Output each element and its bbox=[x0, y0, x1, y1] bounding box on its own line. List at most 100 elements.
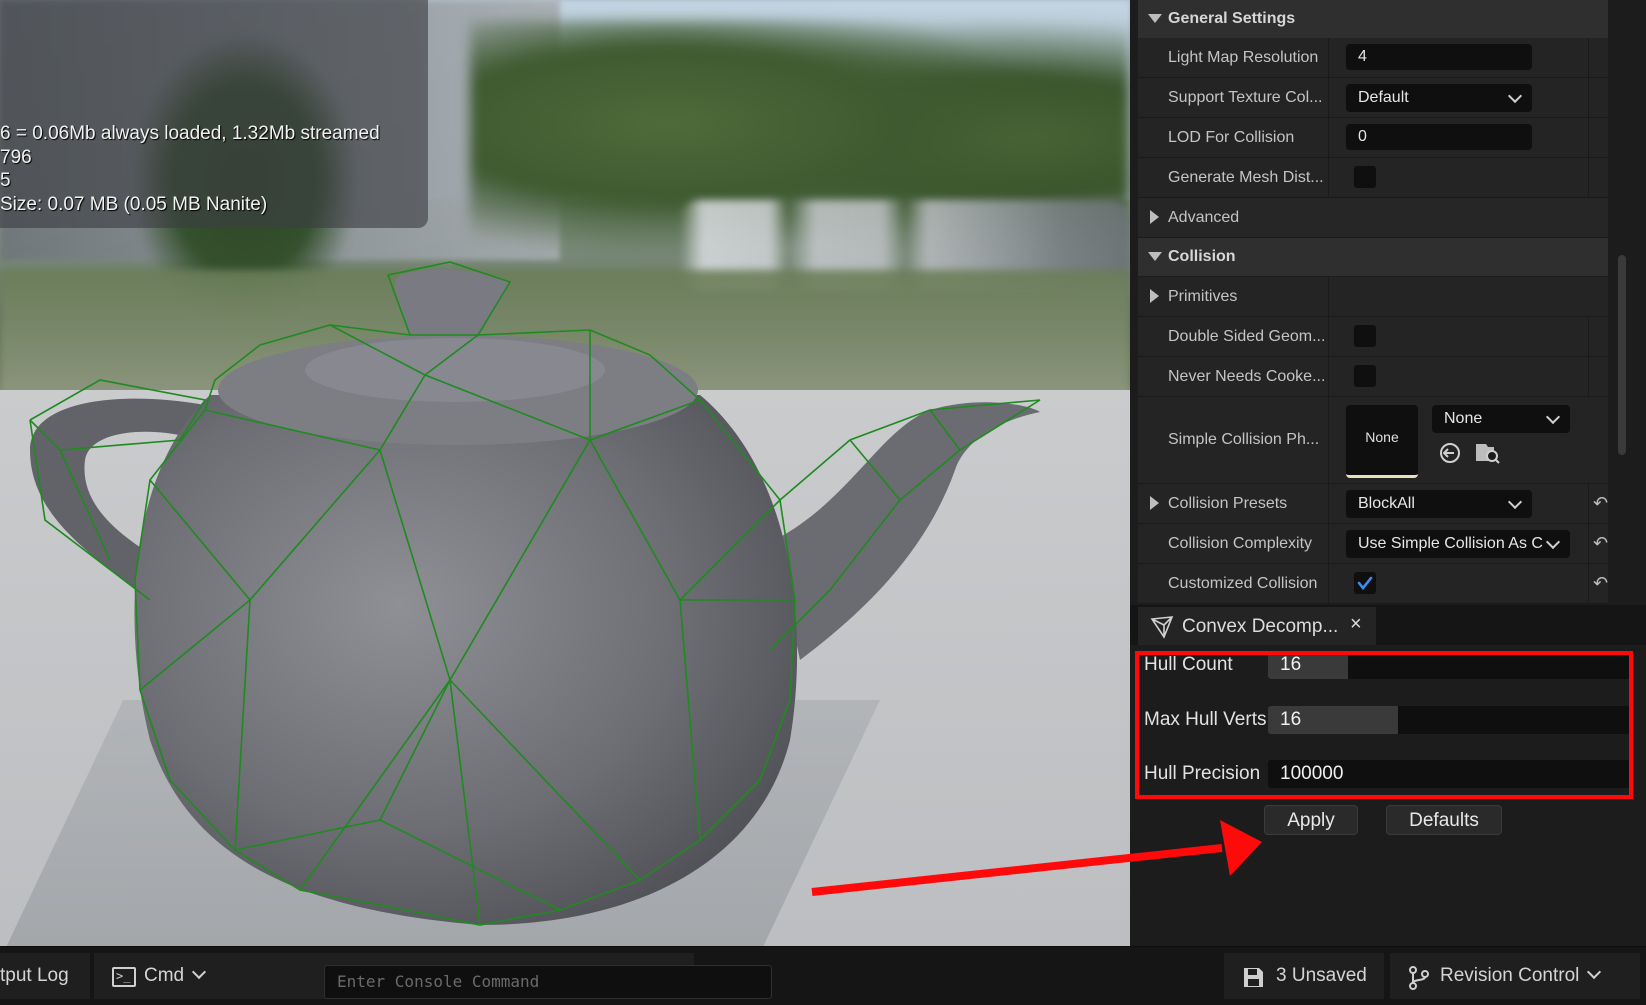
unsaved-label: 3 Unsaved bbox=[1276, 965, 1367, 986]
chevron-right-icon bbox=[1150, 210, 1159, 224]
teapot-lid-top bbox=[305, 338, 605, 402]
property-generate-mesh-dist: Generate Mesh Dist... bbox=[1138, 158, 1608, 198]
property-label: Advanced bbox=[1168, 208, 1240, 226]
chevron-right-icon bbox=[1150, 289, 1159, 303]
teapot-body bbox=[134, 395, 798, 925]
double-sided-checkbox[interactable] bbox=[1354, 325, 1376, 347]
never-needs-cooked-checkbox[interactable] bbox=[1354, 365, 1376, 387]
property-label: LOD For Collision bbox=[1168, 128, 1295, 146]
reset-to-default-icon[interactable]: ↶ bbox=[1593, 494, 1608, 512]
highlight-box bbox=[1135, 651, 1633, 799]
column-divider bbox=[1328, 158, 1329, 197]
chevron-down-icon bbox=[1587, 964, 1602, 980]
property-label: Support Texture Col... bbox=[1168, 88, 1323, 106]
details-panel: General Settings Light Map Resolution 4 … bbox=[1130, 0, 1646, 605]
property-double-sided: Double Sided Geom... bbox=[1138, 317, 1608, 357]
stat-line: 6 = 0.06Mb always loaded, 1.32Mb streame… bbox=[0, 123, 380, 144]
console-command-input[interactable]: Enter Console Command bbox=[324, 965, 772, 999]
column-divider bbox=[1588, 357, 1589, 396]
column-divider bbox=[1328, 397, 1329, 483]
column-divider bbox=[1328, 484, 1329, 523]
stats-overlay: 6 = 0.06Mb always loaded, 1.32Mb streame… bbox=[0, 0, 428, 228]
category-label: General Settings bbox=[1168, 10, 1296, 27]
dropdown-value: Default bbox=[1358, 89, 1409, 106]
column-divider bbox=[1328, 317, 1329, 356]
thumbnail-label: None bbox=[1365, 429, 1399, 445]
browse-asset-icon[interactable] bbox=[1474, 441, 1500, 465]
bottom-status-bar: tput Log >_ Cmd Enter Console Command 3 … bbox=[0, 946, 1646, 1005]
property-label: Collision Complexity bbox=[1168, 534, 1313, 552]
cmd-dropdown[interactable]: Cmd bbox=[144, 964, 207, 987]
revision-control-label: Revision Control bbox=[1440, 964, 1602, 987]
dropdown-value: None bbox=[1444, 410, 1483, 427]
dropdown-value: BlockAll bbox=[1358, 495, 1415, 512]
convex-tab-bar: Convex Decomp... × bbox=[1130, 605, 1646, 645]
column-divider bbox=[1588, 158, 1589, 197]
stat-line: Size: 0.07 MB (0.05 MB Nanite) bbox=[0, 194, 268, 215]
use-selected-asset-icon[interactable] bbox=[1438, 441, 1462, 465]
close-icon[interactable]: × bbox=[1350, 613, 1362, 636]
column-divider bbox=[1588, 524, 1589, 563]
reset-to-default-icon[interactable]: ↶ bbox=[1593, 574, 1608, 592]
property-never-needs-cooked: Never Needs Cooke... bbox=[1138, 357, 1608, 397]
property-collision-presets[interactable]: Collision Presets BlockAll ↶ bbox=[1138, 484, 1608, 524]
checkmark-icon bbox=[1357, 576, 1373, 591]
column-divider bbox=[1588, 317, 1589, 356]
convex-decomposition-icon bbox=[1150, 616, 1174, 639]
property-label: Light Map Resolution bbox=[1168, 48, 1319, 66]
level-viewport[interactable]: 6 = 0.06Mb always loaded, 1.32Mb streame… bbox=[0, 0, 1130, 946]
chevron-down-icon bbox=[1148, 252, 1162, 261]
unsaved-button[interactable]: 3 Unsaved bbox=[1224, 953, 1384, 999]
category-general-settings[interactable]: General Settings bbox=[1138, 0, 1608, 38]
dropdown-value: Use Simple Collision As C bbox=[1358, 535, 1543, 552]
property-label: Generate Mesh Dist... bbox=[1168, 168, 1324, 186]
defaults-button[interactable]: Defaults bbox=[1386, 805, 1502, 835]
teapot-spout bbox=[775, 402, 1040, 660]
category-advanced[interactable]: Advanced bbox=[1138, 198, 1608, 238]
revision-control-button[interactable]: Revision Control bbox=[1390, 953, 1640, 999]
chevron-down-icon bbox=[1545, 409, 1561, 425]
stat-line: 5 bbox=[0, 170, 11, 191]
light-map-resolution-input[interactable]: 4 bbox=[1346, 44, 1532, 70]
tab-convex-decomposition[interactable]: Convex Decomp... × bbox=[1138, 607, 1376, 645]
teapot-knob bbox=[394, 269, 510, 335]
column-divider bbox=[1328, 78, 1329, 117]
generate-mesh-dist-checkbox[interactable] bbox=[1354, 166, 1376, 188]
branch-icon bbox=[1409, 966, 1429, 990]
output-log-tab[interactable]: tput Log bbox=[0, 953, 90, 999]
column-divider bbox=[1588, 78, 1589, 117]
property-primitives[interactable]: Primitives bbox=[1138, 277, 1608, 317]
property-customized-collision: Customized Collision ↶ bbox=[1138, 564, 1608, 604]
column-divider bbox=[1588, 118, 1589, 157]
details-scrollbar[interactable] bbox=[1618, 255, 1626, 455]
chevron-down-icon bbox=[192, 964, 207, 980]
property-label: Double Sided Geom... bbox=[1168, 327, 1326, 345]
console-area: >_ Cmd Enter Console Command bbox=[94, 953, 772, 999]
apply-button[interactable]: Apply bbox=[1264, 805, 1358, 835]
customized-collision-checkbox[interactable] bbox=[1354, 572, 1376, 594]
physical-material-dropdown[interactable]: None bbox=[1432, 405, 1570, 433]
support-texture-dropdown[interactable]: Default bbox=[1346, 84, 1532, 112]
column-divider bbox=[1588, 484, 1589, 523]
collision-complexity-dropdown[interactable]: Use Simple Collision As C bbox=[1346, 530, 1570, 558]
property-label: Never Needs Cooke... bbox=[1168, 367, 1326, 385]
tab-title: Convex Decomp... bbox=[1182, 616, 1339, 637]
collision-presets-dropdown[interactable]: BlockAll bbox=[1346, 490, 1532, 518]
column-divider bbox=[1328, 277, 1329, 316]
column-divider bbox=[1588, 38, 1589, 77]
terminal-icon: >_ bbox=[112, 967, 136, 987]
reset-to-default-icon[interactable]: ↶ bbox=[1593, 534, 1608, 552]
category-collision[interactable]: Collision bbox=[1138, 238, 1608, 276]
cmd-label: Cmd bbox=[144, 965, 185, 986]
stat-line: 796 bbox=[0, 147, 32, 168]
column-divider bbox=[1588, 564, 1589, 603]
property-lod-for-collision: LOD For Collision 0 bbox=[1138, 118, 1608, 158]
column-divider bbox=[1328, 357, 1329, 396]
chevron-down-icon bbox=[1507, 88, 1523, 104]
physical-material-thumbnail[interactable]: None bbox=[1346, 405, 1418, 478]
output-log-label: tput Log bbox=[0, 965, 69, 986]
property-label: Customized Collision bbox=[1168, 574, 1318, 592]
column-divider bbox=[1328, 524, 1329, 563]
lod-for-collision-input[interactable]: 0 bbox=[1346, 124, 1532, 150]
revision-control-text: Revision Control bbox=[1440, 965, 1580, 986]
